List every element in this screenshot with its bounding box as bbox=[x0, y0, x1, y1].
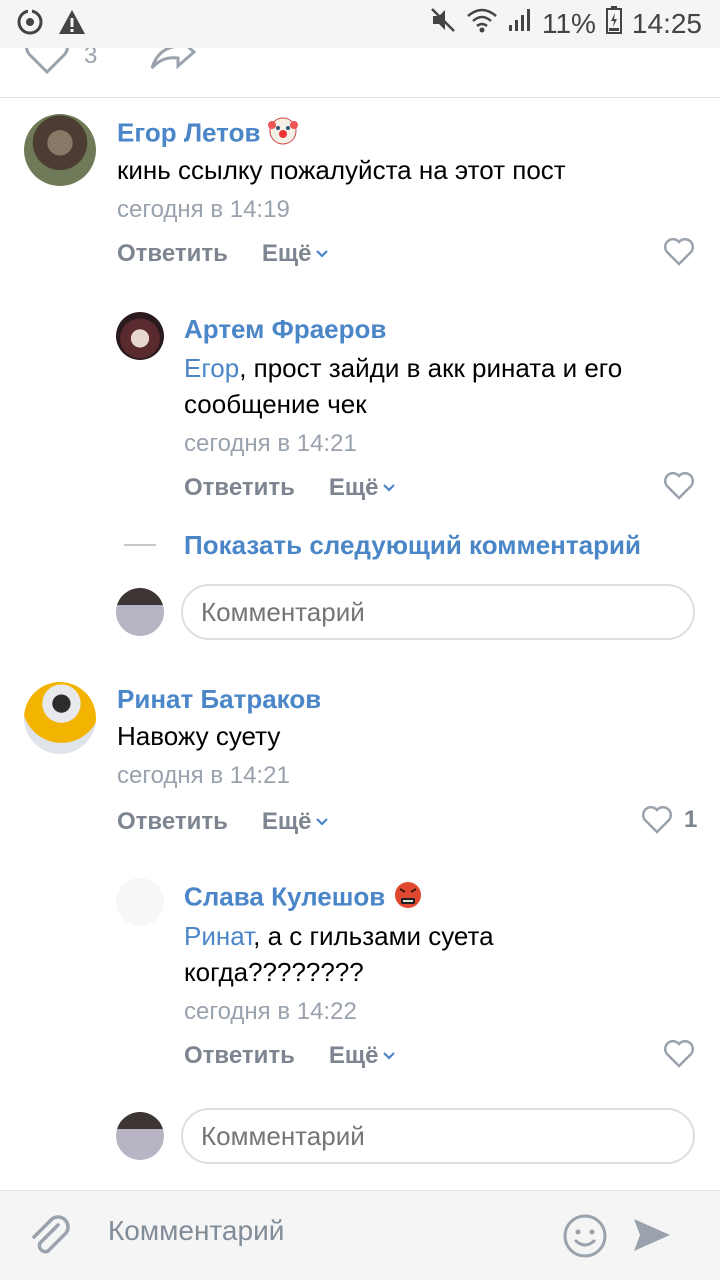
status-bar: 11% 14:25 bbox=[0, 0, 720, 48]
mute-icon bbox=[430, 7, 456, 40]
clown-emoji-icon bbox=[268, 116, 299, 153]
more-button[interactable]: Ещё bbox=[329, 1042, 396, 1070]
comment-text: Навожу суету bbox=[117, 721, 281, 751]
post-actions: 3 bbox=[0, 48, 720, 98]
more-button[interactable]: Ещё bbox=[262, 240, 329, 268]
comment-text: Егор, прост зайди в акк рината и его соо… bbox=[184, 350, 684, 422]
emoji-icon[interactable] bbox=[562, 1213, 608, 1264]
reply-comment-input[interactable] bbox=[181, 1108, 695, 1164]
chevron-down-icon bbox=[315, 818, 328, 826]
comment-actions: Ответить Ещё bbox=[117, 240, 329, 268]
heart-icon bbox=[664, 238, 694, 266]
wifi-icon bbox=[466, 7, 498, 40]
avatar[interactable] bbox=[24, 682, 96, 754]
comment-actions: Ответить Ещё bbox=[117, 808, 329, 836]
reply-comment-input[interactable] bbox=[181, 584, 695, 640]
comment-time: сегодня в 14:21 bbox=[184, 430, 357, 457]
avatar[interactable] bbox=[116, 312, 164, 360]
comment-like-button[interactable]: 1 bbox=[642, 806, 697, 834]
comment-author[interactable]: Егор Летов bbox=[117, 116, 299, 153]
reply-button[interactable]: Ответить bbox=[117, 808, 228, 836]
comment: Ринат Батраков Навожу суету сегодня в 14… bbox=[0, 680, 720, 850]
heart-icon bbox=[664, 1040, 694, 1068]
main-comment-input[interactable]: Комментарий bbox=[108, 1215, 284, 1247]
post-like-icon[interactable] bbox=[24, 48, 70, 79]
mention-link[interactable]: Егор bbox=[184, 353, 239, 383]
comment-like-button[interactable] bbox=[664, 238, 694, 266]
avatar bbox=[116, 1112, 164, 1160]
angry-face-emoji-icon bbox=[393, 880, 423, 917]
battery-icon bbox=[605, 6, 622, 41]
comment-author[interactable]: Ринат Батраков bbox=[117, 684, 321, 715]
send-icon[interactable] bbox=[632, 1215, 672, 1260]
comment-time: сегодня в 14:21 bbox=[117, 762, 290, 789]
more-label: Ещё bbox=[328, 1042, 379, 1069]
comment: Егор Летов кинь ссылку пожалуйста на это… bbox=[0, 112, 720, 282]
show-next-comment: Показать следующий комментарий bbox=[0, 526, 720, 566]
comment-text-body: , прост зайди в акк рината и его сообщен… bbox=[184, 353, 623, 419]
comment-author[interactable]: Артем Фраеров bbox=[184, 314, 386, 345]
mention-link[interactable]: Ринат bbox=[184, 921, 253, 951]
comment-text: Ринат, а с гильзами суета когда???????? bbox=[184, 918, 564, 990]
divider bbox=[124, 544, 156, 546]
more-label: Ещё bbox=[261, 240, 312, 267]
signal-icon bbox=[508, 7, 532, 40]
comment-composer: Комментарий bbox=[0, 1190, 720, 1280]
clock: 14:25 bbox=[631, 7, 702, 39]
comment-actions: Ответить Ещё bbox=[184, 474, 396, 502]
reply-input-row bbox=[0, 1108, 720, 1168]
heart-icon bbox=[642, 806, 672, 834]
comment-time: сегодня в 14:22 bbox=[184, 998, 357, 1025]
attach-icon[interactable] bbox=[28, 1213, 72, 1264]
more-button[interactable]: Ещё bbox=[262, 808, 329, 836]
chevron-down-icon bbox=[382, 1052, 395, 1060]
comment-reply: Артем Фраеров Егор, прост зайди в акк ри… bbox=[0, 312, 720, 512]
more-label: Ещё bbox=[261, 808, 312, 835]
comment-author[interactable]: Слава Кулешов bbox=[184, 880, 423, 917]
sync-icon bbox=[16, 8, 44, 41]
post-like-count: 3 bbox=[84, 48, 98, 69]
reply-input-row bbox=[0, 584, 720, 644]
battery-percent: 11% bbox=[541, 7, 596, 39]
more-button[interactable]: Ещё bbox=[329, 474, 396, 502]
comment-actions: Ответить Ещё bbox=[184, 1042, 396, 1070]
comment-like-button[interactable] bbox=[664, 1040, 694, 1068]
like-count: 1 bbox=[684, 806, 698, 833]
avatar[interactable] bbox=[116, 878, 164, 926]
show-next-comment-link[interactable]: Показать следующий комментарий bbox=[184, 530, 641, 561]
more-label: Ещё bbox=[328, 474, 379, 501]
comment-reply: Слава Кулешов Ринат, а с гильзами суета … bbox=[0, 878, 720, 1078]
reply-button[interactable]: Ответить bbox=[184, 1042, 295, 1070]
avatar bbox=[116, 588, 164, 636]
comment-time: сегодня в 14:19 bbox=[117, 196, 290, 223]
share-icon[interactable] bbox=[148, 48, 198, 77]
chevron-down-icon bbox=[315, 250, 328, 258]
comment-text: кинь ссылку пожалуйста на этот пост bbox=[117, 155, 566, 185]
chevron-down-icon bbox=[382, 484, 395, 492]
comment-like-button[interactable] bbox=[664, 472, 694, 500]
reply-button[interactable]: Ответить bbox=[184, 474, 295, 502]
avatar[interactable] bbox=[24, 114, 96, 186]
reply-button[interactable]: Ответить bbox=[117, 240, 228, 268]
heart-icon bbox=[664, 472, 694, 500]
warning-icon bbox=[58, 9, 86, 40]
